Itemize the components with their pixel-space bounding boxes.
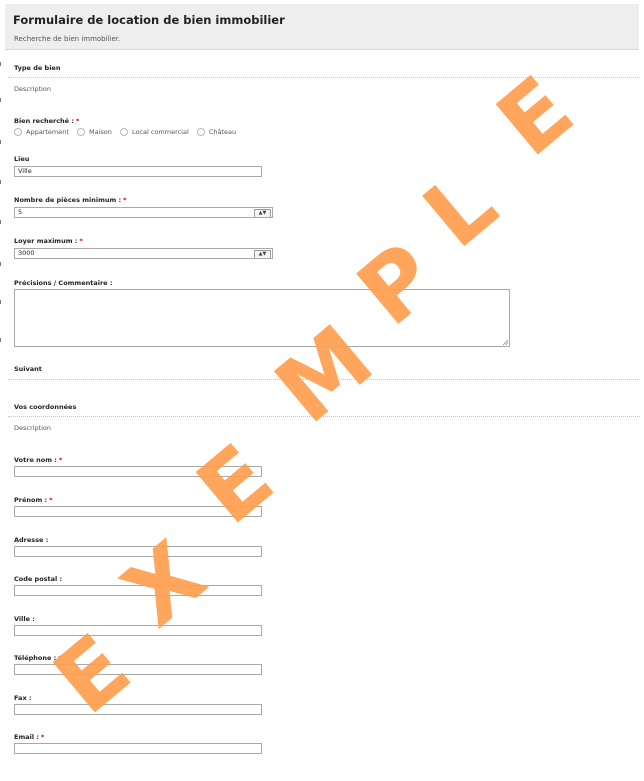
section-divider <box>8 77 640 78</box>
code-postal-input[interactable] <box>14 585 262 596</box>
bien-recherche-radio-group: Appartement Maison Local commercial Chât… <box>14 128 242 136</box>
ville-input[interactable] <box>14 625 262 636</box>
section-description: Description <box>14 85 52 93</box>
radio-circle-icon[interactable] <box>119 128 128 136</box>
email-input[interactable] <box>14 743 262 754</box>
fax-label: Fax : <box>14 694 32 702</box>
radio-chateau[interactable]: Château <box>196 128 236 136</box>
nom-input[interactable] <box>14 466 262 477</box>
page-subtitle: Recherche de bien immobilier. <box>14 35 121 43</box>
ville-label: Ville : <box>14 615 35 623</box>
loyer-stepper-icon[interactable]: ▲▼ <box>254 250 271 258</box>
pieces-stepper-icon[interactable]: ▲▼ <box>254 209 271 217</box>
prenom-input[interactable] <box>14 506 262 517</box>
form-header: Formulaire de location de bien immobilie… <box>5 4 639 50</box>
section-divider <box>8 416 640 417</box>
page-title: Formulaire de location de bien immobilie… <box>13 13 285 27</box>
telephone-input[interactable] <box>14 664 262 675</box>
precisions-textarea[interactable] <box>14 289 510 347</box>
section-description: Description <box>14 424 52 432</box>
radio-appartement[interactable]: Appartement <box>14 128 69 136</box>
lieu-input[interactable]: Ville <box>14 166 262 177</box>
pieces-input[interactable]: 5 ▲▼ <box>14 207 273 218</box>
section-title-type-bien: Type de bien <box>14 64 61 72</box>
radio-circle-icon[interactable] <box>76 128 85 136</box>
fax-input[interactable] <box>14 704 262 715</box>
nom-label: Votre nom : * <box>14 456 63 464</box>
loyer-label: Loyer maximum : * <box>14 237 83 245</box>
radio-maison[interactable]: Maison <box>76 128 112 136</box>
email-label: Email : * <box>14 733 45 741</box>
telephone-label: Téléphone : * <box>14 654 62 662</box>
radio-local-commercial[interactable]: Local commercial <box>119 128 189 136</box>
section-divider <box>8 379 640 380</box>
pieces-label: Nombre de pièces minimum : * <box>14 196 127 204</box>
radio-circle-icon[interactable] <box>14 128 22 136</box>
section-title-coordonnees: Vos coordonnées <box>14 403 77 411</box>
loyer-input[interactable]: 3000 ▲▼ <box>14 248 273 259</box>
prenom-label: Prénom : * <box>14 496 53 504</box>
adresse-input[interactable] <box>14 546 262 557</box>
bien-recherche-label: Bien recherché : * <box>14 117 80 125</box>
resize-grip-icon[interactable] <box>502 339 508 345</box>
watermark-letter: L <box>404 150 517 269</box>
radio-circle-icon[interactable] <box>196 128 205 136</box>
watermark-letter: E <box>478 56 593 177</box>
watermark-letter: E <box>178 424 293 545</box>
suivant-button[interactable]: Suivant <box>14 365 42 373</box>
code-postal-label: Code postal : <box>14 575 63 583</box>
lieu-label: Lieu <box>14 155 30 163</box>
precisions-label: Précisions / Commentaire : <box>14 279 113 287</box>
adresse-label: Adresse : <box>14 536 49 544</box>
